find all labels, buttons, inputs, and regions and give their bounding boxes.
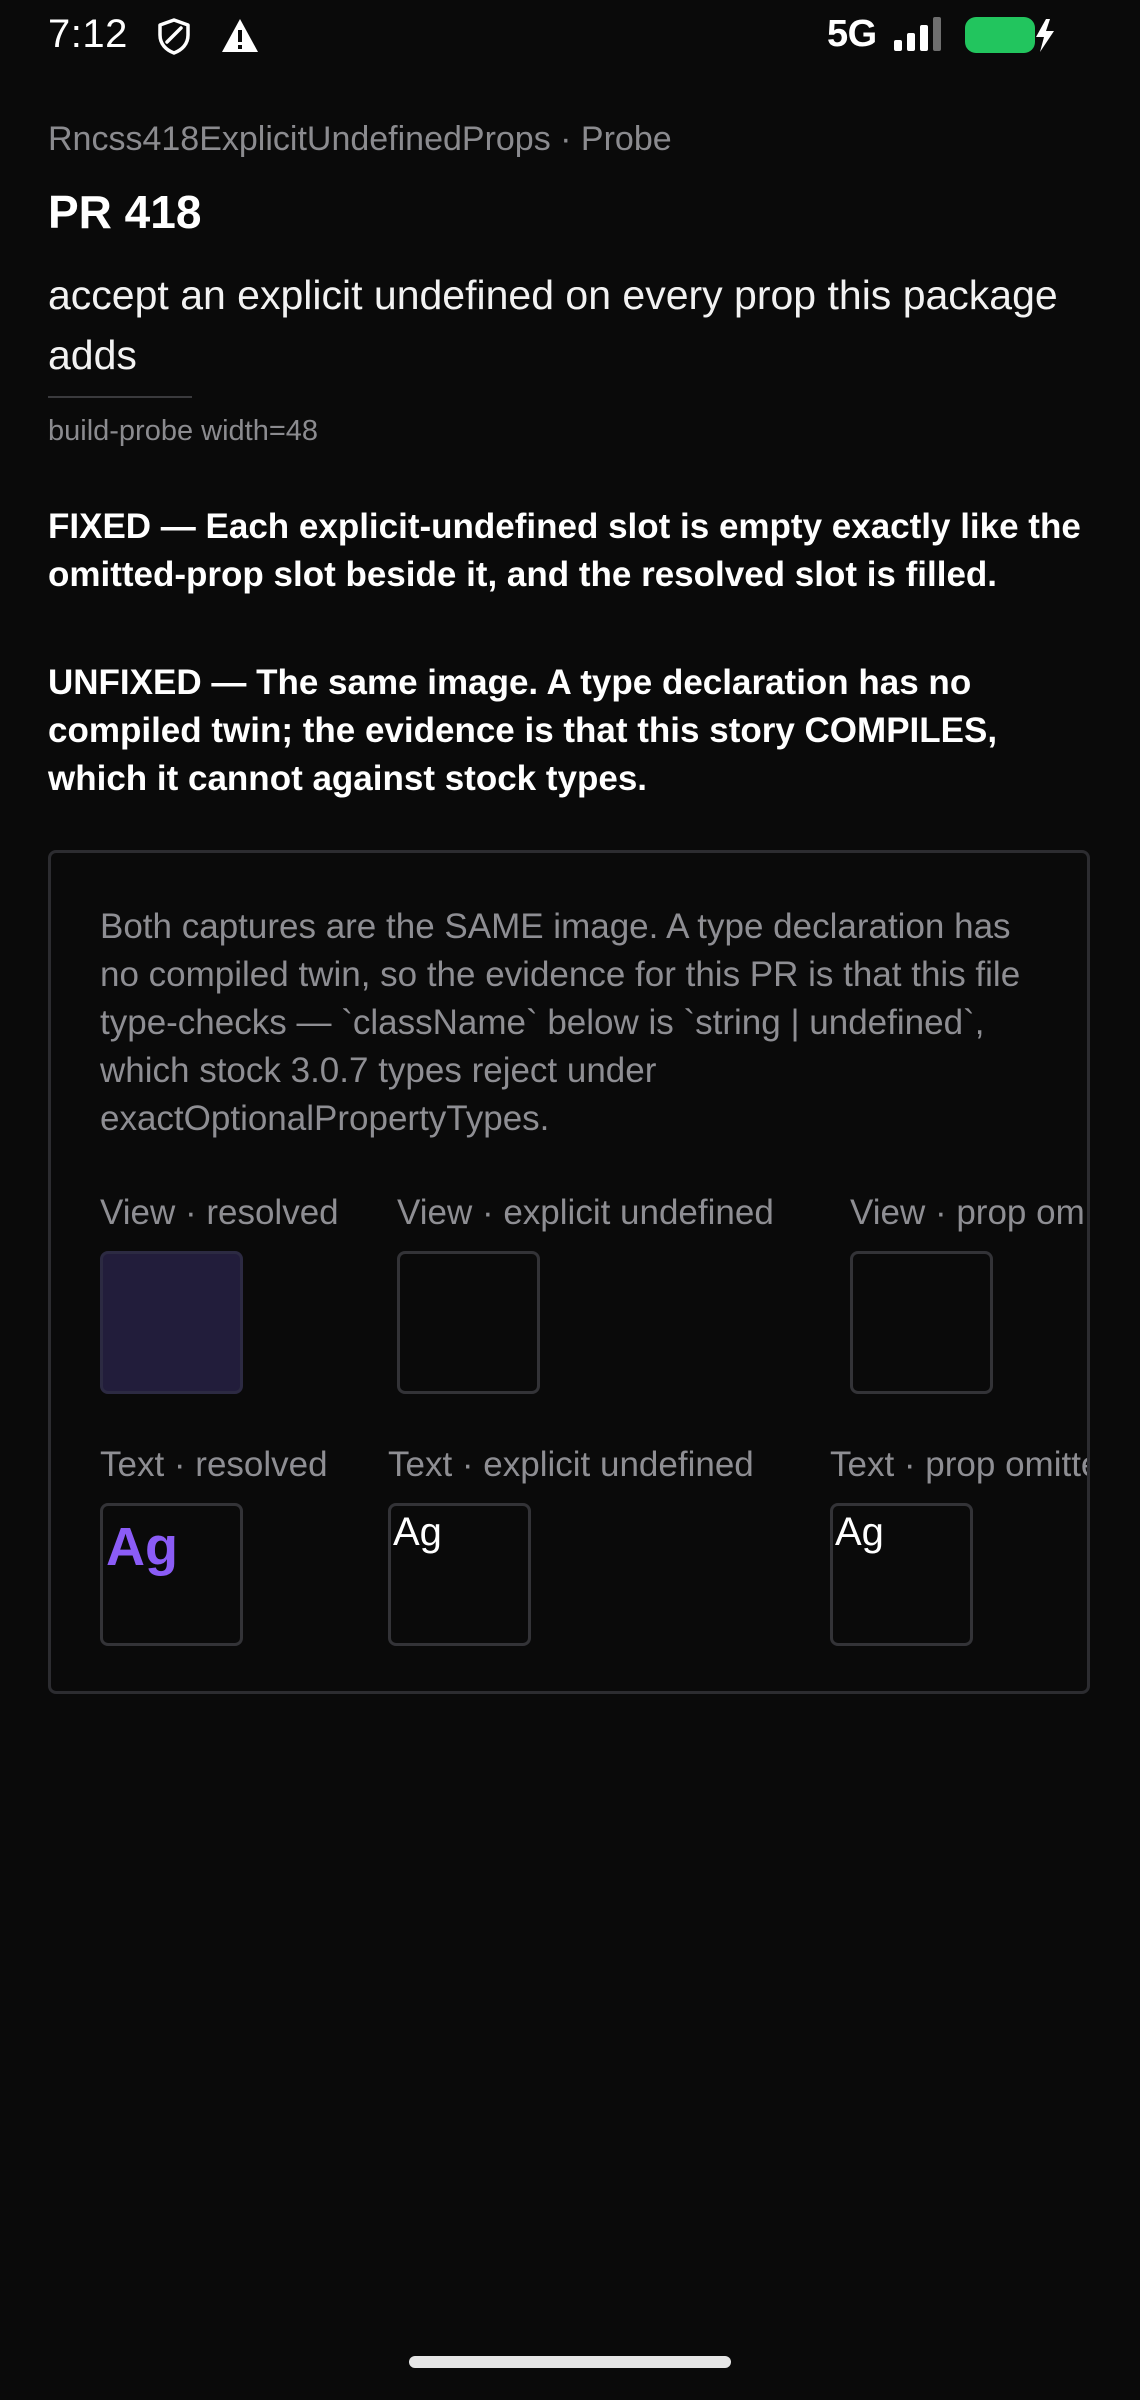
view-prop-omitted-label: View · prop omitted (850, 1193, 1090, 1232)
text-explicit-undefined-box: Ag (388, 1503, 531, 1646)
probe-card: Both captures are the SAME image. A type… (48, 850, 1090, 1694)
probe-meta: build-probe width=48 (48, 415, 319, 447)
status-bar: 7:12 5G (0, 0, 1140, 70)
signal-icon (894, 17, 941, 51)
divider (48, 396, 192, 398)
text-resolved-sample: Ag (106, 1517, 178, 1577)
unfixed-result: UNFIXED — The same image. A type declara… (48, 663, 998, 798)
text-prop-omitted-label: Text · prop omitted (830, 1445, 1087, 1484)
view-explicit-undefined-label: View · explicit undefined (397, 1193, 774, 1232)
page-title: PR 418 (48, 186, 202, 238)
view-explicit-undefined-box (397, 1251, 540, 1394)
home-indicator[interactable] (409, 2356, 731, 2368)
alert-icon (222, 19, 258, 52)
view-resolved-box (100, 1251, 243, 1394)
text-prop-omitted-sample: Ag (835, 1510, 884, 1554)
text-explicit-undefined-sample: Ag (393, 1510, 442, 1554)
status-time: 7:12 (48, 12, 128, 56)
text-explicit-undefined-label: Text · explicit undefined (388, 1445, 754, 1484)
fixed-result: FIXED — Each explicit-undefined slot is … (48, 507, 1081, 594)
text-resolved-box: Ag (100, 1503, 243, 1646)
view-prop-omitted-box (850, 1251, 993, 1394)
breadcrumb: Rncss418ExplicitUndefinedProps · Probe (48, 120, 672, 158)
network-type: 5G (827, 13, 877, 55)
shield-icon (158, 18, 190, 55)
pr-description: accept an explicit undefined on every pr… (48, 272, 1058, 378)
text-resolved-label: Text · resolved (100, 1445, 328, 1484)
text-prop-omitted-box: Ag (830, 1503, 973, 1646)
battery-charging-icon (965, 17, 1054, 53)
view-resolved-label: View · resolved (100, 1193, 339, 1232)
probe-note: Both captures are the SAME image. A type… (100, 907, 1021, 1138)
